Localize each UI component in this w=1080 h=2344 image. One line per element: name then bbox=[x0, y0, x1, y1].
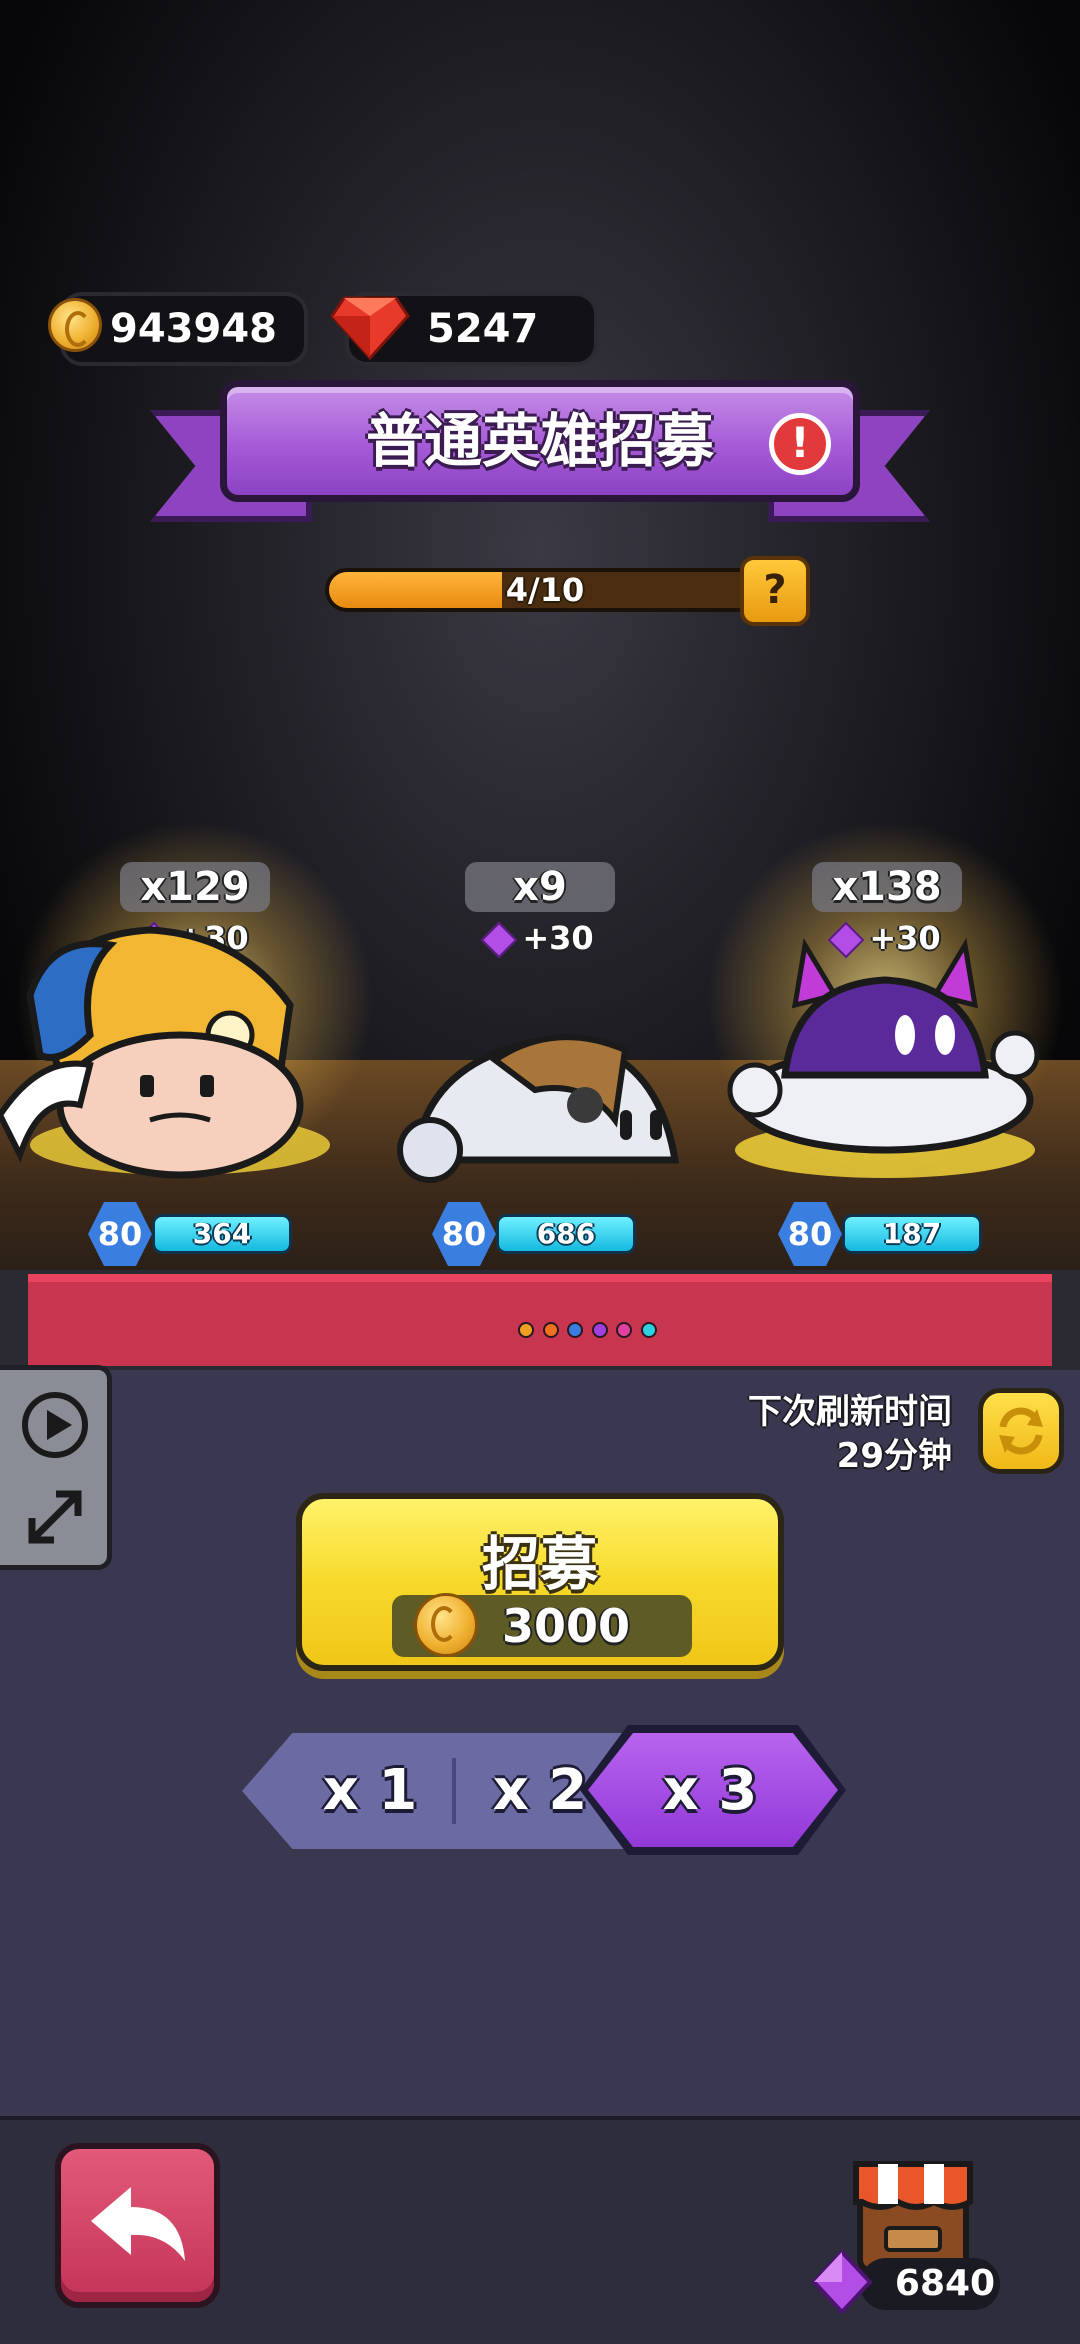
shop-gem-count: 6840 bbox=[894, 2263, 996, 2304]
progress-text: 4/10 bbox=[505, 571, 585, 609]
refresh-button[interactable] bbox=[978, 1388, 1064, 1474]
play-icon[interactable] bbox=[20, 1390, 90, 1460]
recruit-progress-bar: 4/10 bbox=[325, 568, 765, 612]
hero-count-3: x138 bbox=[812, 862, 962, 912]
shop-gem-counter: 6840 bbox=[860, 2258, 1000, 2310]
side-panel bbox=[0, 1365, 112, 1570]
hero-portrait-3[interactable] bbox=[725, 925, 1045, 1185]
coin-icon bbox=[48, 298, 102, 352]
hero-tray-inner bbox=[28, 1274, 1052, 1366]
banner-plate: 普通英雄招募 ! bbox=[220, 380, 860, 502]
ruby-amount: 5247 bbox=[427, 306, 539, 352]
recruit-label: 招募 bbox=[481, 1530, 598, 1598]
coin-amount: 943948 bbox=[110, 306, 277, 352]
gem-icon bbox=[480, 921, 518, 959]
page-dot bbox=[616, 1322, 633, 1338]
hero-power-3: 187 bbox=[842, 1214, 982, 1254]
coin-icon bbox=[414, 1593, 478, 1657]
multiplier-x1[interactable]: x 1 bbox=[300, 1733, 440, 1849]
recruit-banner: 普通英雄招募 ! bbox=[150, 380, 930, 540]
page-dot bbox=[591, 1322, 608, 1338]
game-scene: 943948 5247 普通英雄招募 ! 4/10 ? x129 +30 x9 … bbox=[0, 0, 1080, 1370]
refresh-icon bbox=[999, 1407, 1043, 1455]
page-dot bbox=[542, 1322, 559, 1338]
help-button[interactable]: ? bbox=[740, 556, 810, 626]
recruit-cost-value: 3000 bbox=[502, 1599, 631, 1653]
back-button[interactable] bbox=[55, 2143, 220, 2308]
alert-icon[interactable]: ! bbox=[769, 413, 831, 475]
multiplier-x3[interactable]: x 3 bbox=[640, 1733, 780, 1849]
page-dot bbox=[567, 1322, 584, 1338]
hero-power-1: 364 bbox=[152, 1214, 292, 1254]
multiplier-divider bbox=[452, 1758, 456, 1824]
ruby-icon bbox=[330, 296, 410, 361]
hero-bonus-value-2: +30 bbox=[522, 919, 594, 957]
gem-icon bbox=[812, 2250, 872, 2314]
refresh-time: 29分钟 bbox=[836, 1436, 952, 1476]
hero-portrait-1[interactable] bbox=[0, 915, 340, 1185]
refresh-label: 下次刷新时间 bbox=[748, 1392, 952, 1432]
refresh-timer: 下次刷新时间 29分钟 bbox=[748, 1390, 952, 1478]
page-dot bbox=[640, 1322, 657, 1338]
banner-title: 普通英雄招募 bbox=[365, 407, 714, 475]
recruit-cost: 3000 bbox=[392, 1593, 692, 1657]
back-arrow-icon bbox=[91, 2187, 185, 2261]
hero-bonus-2: +30 bbox=[465, 918, 615, 959]
hero-power-2: 686 bbox=[496, 1214, 636, 1254]
hero-count-2: x9 bbox=[465, 862, 615, 912]
hero-portrait-2[interactable] bbox=[385, 1010, 695, 1190]
hero-count-1: x129 bbox=[120, 862, 270, 912]
recruit-button[interactable]: 招募 3000 bbox=[296, 1493, 784, 1671]
expand-icon[interactable] bbox=[20, 1482, 90, 1552]
page-dot bbox=[518, 1322, 534, 1338]
hero-tray bbox=[0, 1270, 1080, 1370]
page-indicator bbox=[518, 1322, 660, 1342]
